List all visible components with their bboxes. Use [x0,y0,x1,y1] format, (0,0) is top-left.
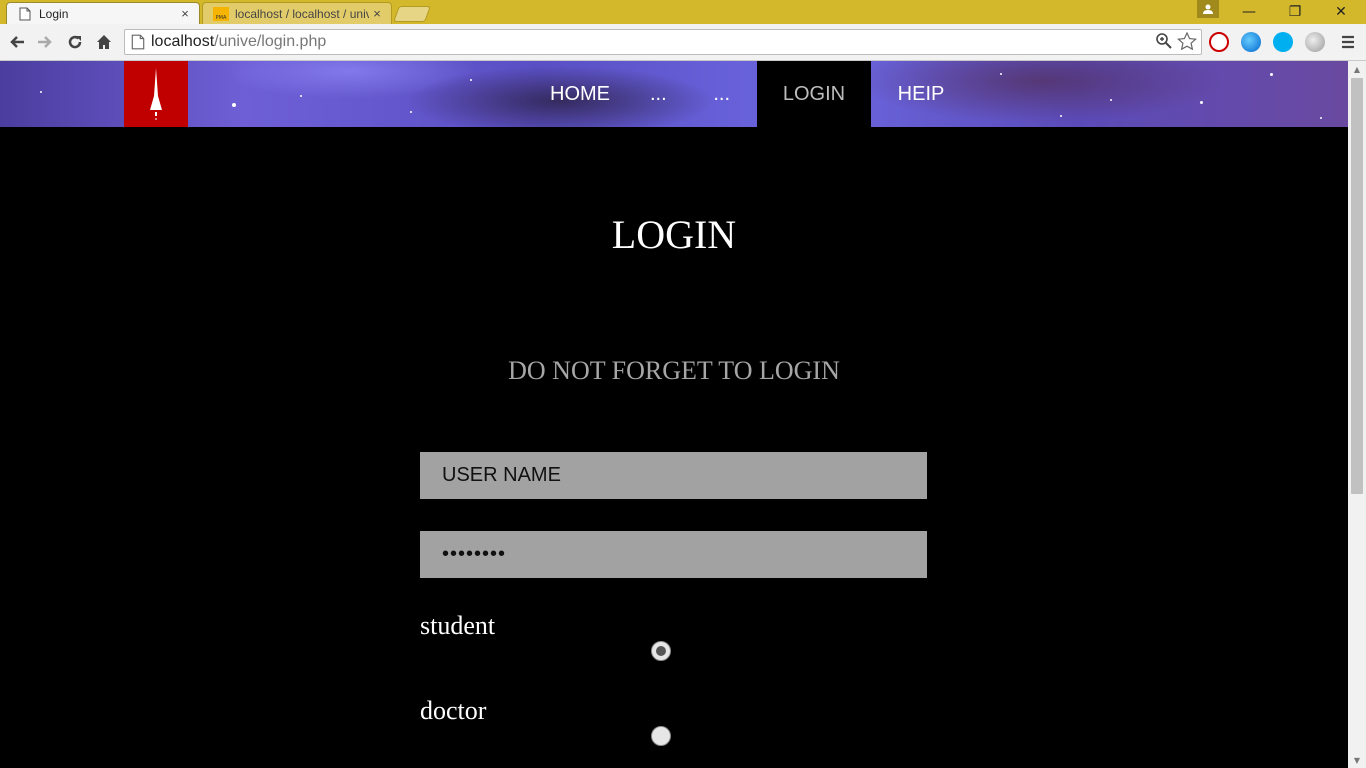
password-field[interactable]: •••••••• [420,531,927,578]
globe-extension-icon[interactable] [1241,32,1261,52]
site-header: HOME ... ... LOGIN HEIP [0,61,1348,127]
menu-icon[interactable] [1336,30,1360,54]
url-host: localhost [151,33,215,50]
rocket-icon [150,68,162,120]
radio-checked-dot [656,646,666,656]
close-icon[interactable]: × [177,6,193,21]
doctor-radio[interactable] [651,726,671,746]
tab-login[interactable]: Login × [6,2,200,24]
zoom-icon[interactable] [1155,32,1173,55]
main-nav: HOME ... ... LOGIN HEIP [510,61,971,127]
username-field[interactable]: USER NAME [420,452,927,499]
back-icon[interactable] [5,30,29,54]
student-radio[interactable] [651,641,671,661]
skype-icon[interactable] [1273,32,1293,52]
nav-item-home[interactable]: HOME [510,61,650,127]
browser-titlebar: Login × PMA localhost / localhost / univ… [0,0,1366,24]
page-icon [131,34,145,50]
bookmark-star-icon[interactable] [1176,31,1198,55]
page-scrollbar[interactable]: ▲ ▼ [1348,61,1366,768]
nav-item-more-1[interactable]: ... [650,61,696,127]
nav-item-more-2[interactable]: ... [696,61,757,127]
password-value: •••••••• [442,543,507,565]
home-icon[interactable] [92,30,116,54]
svg-text:PMA: PMA [216,15,227,21]
username-value: USER NAME [442,464,561,486]
address-bar[interactable]: localhost/unive/login.php [124,29,1202,55]
close-window-button[interactable]: ✕ [1319,0,1363,24]
role-label-doctor: doctor [420,696,487,725]
tab-title: Login [39,6,69,21]
page-icon [17,6,33,22]
restore-button[interactable]: ❐ [1273,0,1317,24]
site-logo[interactable] [124,61,188,127]
profile-icon[interactable] [1197,0,1219,18]
tab-title: localhost / localhost / unive [235,6,369,21]
reload-icon[interactable] [63,30,87,54]
forward-icon[interactable] [33,30,57,54]
nav-item-login[interactable]: LOGIN [757,61,871,127]
scroll-up-icon[interactable]: ▲ [1348,61,1366,77]
scroll-down-icon[interactable]: ▼ [1348,752,1366,768]
new-tab-button[interactable] [393,6,431,22]
scroll-thumb[interactable] [1351,78,1363,494]
login-reminder: DO NOT FORGET TO LOGIN [508,356,840,385]
close-icon[interactable]: × [369,6,385,21]
phpmyadmin-icon: PMA [213,6,229,22]
tab-phpmyadmin[interactable]: PMA localhost / localhost / unive × [202,2,392,24]
adblock-extension-icon[interactable] [1209,32,1229,52]
extension-icon[interactable] [1305,32,1325,52]
minimize-button[interactable]: — [1227,0,1271,24]
web-page: HOME ... ... LOGIN HEIP LOGIN DO NOT FOR… [0,61,1348,768]
nav-item-help[interactable]: HEIP [871,61,971,127]
page-title: LOGIN [611,212,737,257]
url-path: /unive/login.php [214,33,327,50]
browser-toolbar: localhost/unive/login.php [0,24,1366,61]
role-label-student: student [420,611,496,640]
